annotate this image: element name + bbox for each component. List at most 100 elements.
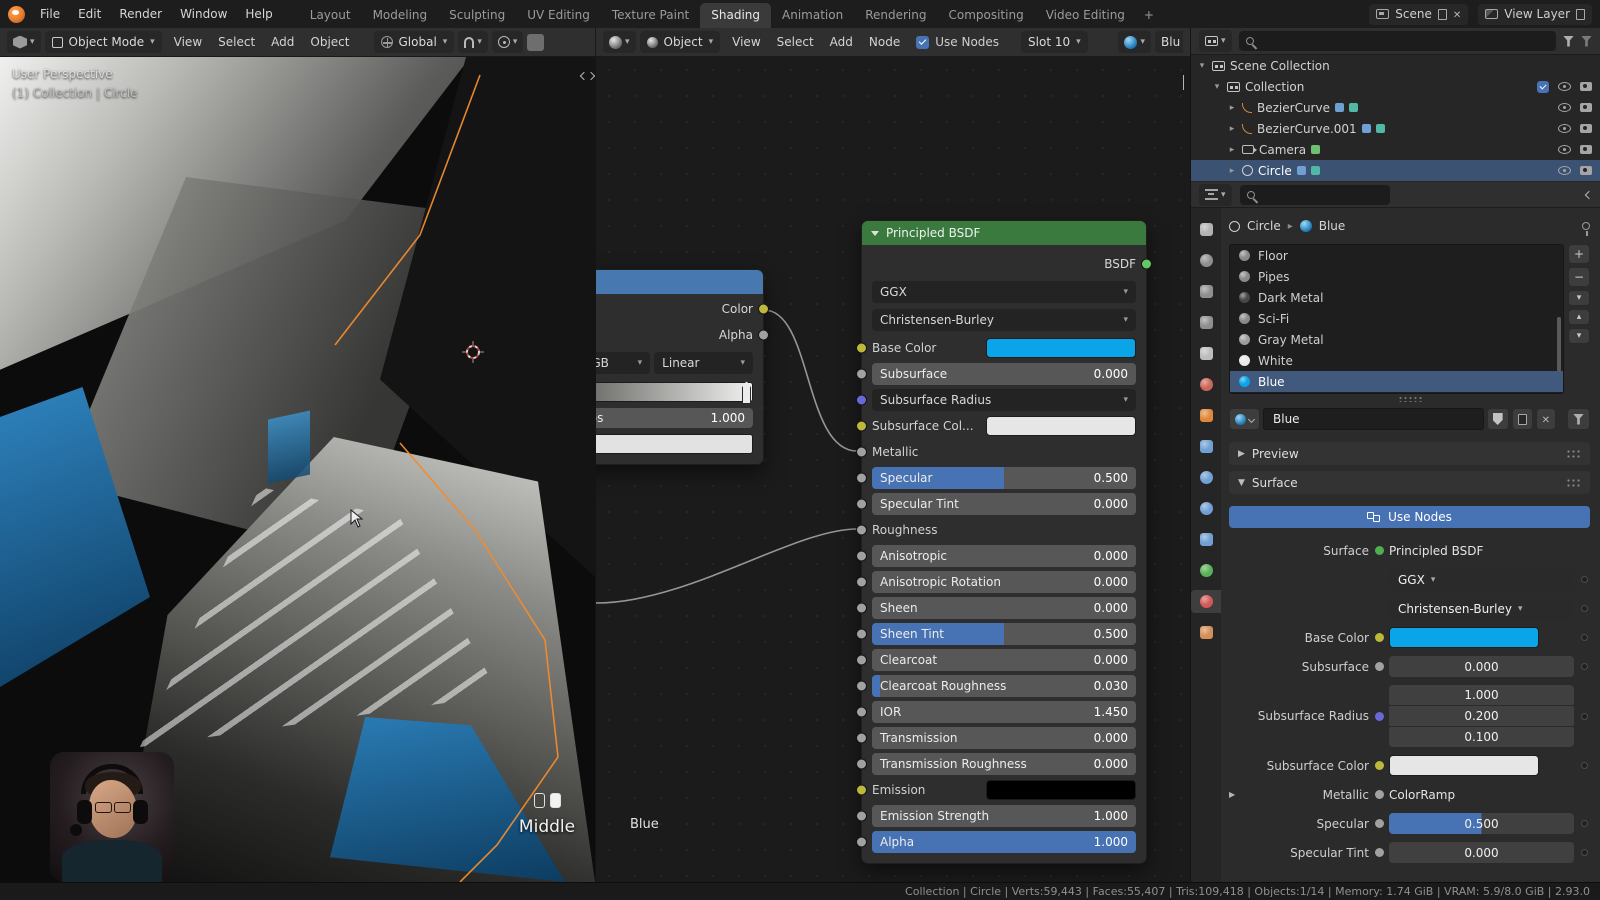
tab-shading[interactable]: Shading bbox=[700, 3, 771, 28]
copy-scene-icon[interactable] bbox=[1437, 6, 1452, 20]
properties-tab-output[interactable] bbox=[1191, 280, 1221, 303]
pb-input-alpha[interactable]: Alpha 1.000 bbox=[856, 831, 1136, 853]
decorator-dot[interactable] bbox=[1580, 576, 1588, 583]
disclosure-triangle-icon[interactable] bbox=[1212, 82, 1222, 92]
socket-emission[interactable] bbox=[856, 784, 867, 796]
socket-specular-tint[interactable] bbox=[856, 498, 867, 510]
list-resize-grip[interactable] bbox=[1397, 396, 1422, 402]
options-chevron-icon[interactable] bbox=[1584, 190, 1594, 199]
properties-editor[interactable]: Circle ▸ Blue Floor Pipes Dark Metal Sci-Fi… bbox=[1190, 182, 1600, 882]
checkbox-icon[interactable] bbox=[1537, 80, 1549, 93]
shader-menu-node[interactable]: Node bbox=[861, 35, 908, 49]
socket-emission-strength[interactable] bbox=[856, 810, 867, 822]
socket-specular[interactable] bbox=[856, 472, 867, 484]
shader-menu-add[interactable]: Add bbox=[822, 35, 861, 49]
principled-bsdf-node[interactable]: Principled BSDF BSDF GGX Christensen-Bur… bbox=[856, 220, 1152, 864]
add-slot-button[interactable]: + bbox=[1568, 244, 1590, 264]
tab-modeling[interactable]: Modeling bbox=[362, 3, 439, 28]
properties-tab-tool[interactable] bbox=[1191, 218, 1221, 241]
outliner-row-collection[interactable]: Collection bbox=[1191, 76, 1600, 97]
interpolation-dropdown[interactable]: Linear bbox=[654, 352, 753, 374]
material-slot-sci-fi[interactable]: Sci-Fi bbox=[1230, 308, 1563, 329]
browse-material-button[interactable] bbox=[1118, 31, 1151, 53]
decorator-dot[interactable] bbox=[1580, 634, 1588, 641]
vector-value[interactable]: 0.200 bbox=[1389, 706, 1574, 726]
socket-sheen-tint[interactable] bbox=[856, 628, 867, 640]
hide-eye-icon[interactable] bbox=[1558, 82, 1571, 91]
properties-tab-view-layer[interactable] bbox=[1191, 311, 1221, 334]
socket-base-color[interactable] bbox=[856, 342, 867, 354]
menu-help[interactable]: Help bbox=[236, 7, 281, 21]
value-field-clearcoat[interactable]: Clearcoat 0.000 bbox=[872, 649, 1136, 671]
copy-view-layer-icon[interactable] bbox=[1576, 6, 1590, 20]
panel-grip-icon[interactable] bbox=[1566, 477, 1581, 488]
snap-dropdown[interactable] bbox=[458, 31, 488, 53]
value-field-subsurface[interactable]: 0.000 bbox=[1389, 656, 1574, 677]
disable-render-icon[interactable] bbox=[1580, 145, 1592, 154]
socket-anisotropic-rotation[interactable] bbox=[856, 576, 867, 588]
material-specials-button[interactable] bbox=[1567, 408, 1590, 430]
properties-tab-modifiers[interactable] bbox=[1191, 435, 1221, 458]
socket-transmission[interactable] bbox=[856, 732, 867, 744]
disable-render-icon[interactable] bbox=[1580, 166, 1592, 175]
value-field-sheen[interactable]: Sheen 0.000 bbox=[872, 597, 1136, 619]
properties-tab-texture[interactable] bbox=[1191, 621, 1221, 644]
socket-clearcoat-roughness[interactable] bbox=[856, 680, 867, 692]
outliner[interactable]: Scene Collection Collection BezierCurve Bez… bbox=[1190, 28, 1600, 182]
hide-eye-icon[interactable] bbox=[1558, 145, 1571, 154]
pb-input-transmission-roughness[interactable]: Transmission Roughness 0.000 bbox=[856, 753, 1136, 775]
hide-eye-icon[interactable] bbox=[1558, 124, 1571, 133]
viewport-menu-object[interactable]: Object bbox=[302, 35, 357, 49]
value-field-specular[interactable]: Specular 0.500 bbox=[872, 467, 1136, 489]
properties-search-box[interactable] bbox=[1239, 184, 1390, 205]
filter-icon[interactable] bbox=[1563, 35, 1574, 47]
breadcrumb-material[interactable]: Blue bbox=[1319, 219, 1346, 233]
colorramp-alpha-output[interactable]: Alpha bbox=[596, 324, 769, 346]
pb-input-specular[interactable]: Specular 0.500 bbox=[856, 467, 1136, 489]
preview-panel-header[interactable]: ▶ Preview bbox=[1229, 442, 1590, 465]
editor-type-button[interactable] bbox=[7, 31, 41, 53]
material-slot-pipes[interactable]: Pipes bbox=[1230, 266, 1563, 287]
decorator-dot[interactable] bbox=[1580, 849, 1588, 856]
bsdf-output-socket[interactable] bbox=[1141, 258, 1152, 270]
menu-edit[interactable]: Edit bbox=[69, 7, 110, 21]
disclosure-triangle-icon[interactable] bbox=[1197, 61, 1207, 71]
tab-layout[interactable]: Layout bbox=[299, 3, 362, 28]
pb-input-sheen-tint[interactable]: Sheen Tint 0.500 bbox=[856, 623, 1136, 645]
color-swatch-subsurface-col[interactable] bbox=[986, 416, 1136, 436]
properties-tab-physics[interactable] bbox=[1191, 497, 1221, 520]
properties-tab-constraints[interactable] bbox=[1191, 528, 1221, 551]
socket-sheen[interactable] bbox=[856, 602, 867, 614]
pb-input-anisotropic-rotation[interactable]: Anisotropic Rotation 0.000 bbox=[856, 571, 1136, 593]
dropdown-christensen-burley[interactable]: Christensen-Burley bbox=[1389, 598, 1574, 619]
shader-menu-select[interactable]: Select bbox=[769, 35, 822, 49]
pb-input-base-color[interactable]: Base Color bbox=[856, 337, 1136, 359]
material-slot-gray-metal[interactable]: Gray Metal bbox=[1230, 329, 1563, 350]
material-slot-white[interactable]: White bbox=[1230, 350, 1563, 371]
pb-input-subsurface-col[interactable]: Subsurface Col... bbox=[856, 415, 1136, 437]
viewport-menu-view[interactable]: View bbox=[166, 35, 210, 49]
tab-texture-paint[interactable]: Texture Paint bbox=[601, 3, 700, 28]
pb-input-subsurface[interactable]: Subsurface 0.000 bbox=[856, 363, 1136, 385]
slot-specials-button[interactable]: ▾ bbox=[1568, 290, 1590, 306]
colorramp-node[interactable]: Color Alpha RGB Linear Pos 1.000 bbox=[596, 269, 769, 465]
colorramp-color-output[interactable]: Color bbox=[596, 298, 769, 320]
properties-tab-particles[interactable] bbox=[1191, 466, 1221, 489]
unlink-material-button[interactable] bbox=[1535, 408, 1556, 430]
area-split-chevrons[interactable] bbox=[579, 71, 595, 81]
viewport-menu-select[interactable]: Select bbox=[210, 35, 263, 49]
colorramp-pos-field[interactable]: Pos 1.000 bbox=[596, 408, 753, 428]
value-field-alpha[interactable]: Alpha 1.000 bbox=[872, 831, 1136, 853]
socket-clearcoat[interactable] bbox=[856, 654, 867, 666]
colorramp-node-header[interactable] bbox=[596, 270, 763, 294]
collapse-triangle-icon[interactable] bbox=[871, 230, 879, 236]
pb-input-anisotropic[interactable]: Anisotropic 0.000 bbox=[856, 545, 1136, 567]
breadcrumb-object[interactable]: Circle bbox=[1247, 219, 1281, 233]
socket-alpha[interactable] bbox=[856, 836, 867, 848]
editor-type-button[interactable] bbox=[1199, 183, 1232, 206]
filter-options-icon[interactable] bbox=[1581, 35, 1592, 47]
tab-uv-editing[interactable]: UV Editing bbox=[516, 3, 601, 28]
socket-metallic[interactable] bbox=[856, 446, 867, 458]
vector-value[interactable]: 1.000 bbox=[1389, 685, 1574, 705]
color-swatch-emission[interactable] bbox=[986, 780, 1136, 800]
